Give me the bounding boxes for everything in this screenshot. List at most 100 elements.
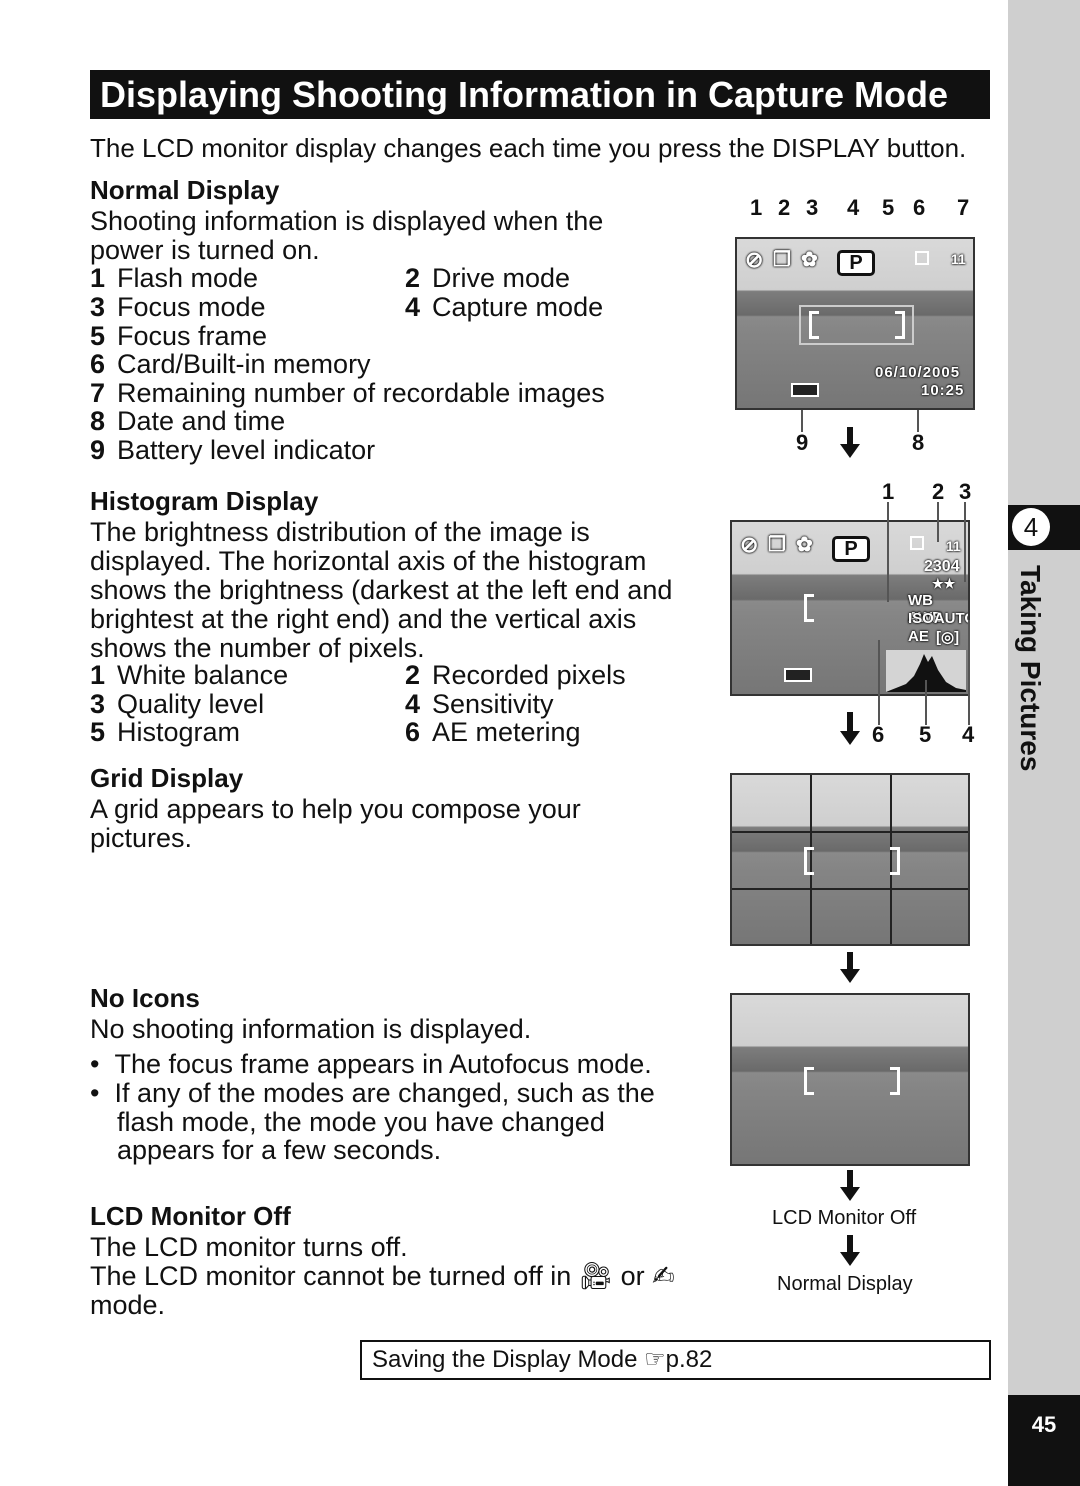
no-icons-screen — [730, 993, 970, 1166]
drive-mode-icon: ❐ — [768, 534, 786, 556]
callout-line — [968, 620, 970, 725]
recorded-pixels: 2304 — [924, 558, 960, 575]
focus-bracket-right — [890, 847, 900, 875]
callout-label: 3 — [806, 195, 819, 220]
focus-bracket-left — [804, 594, 814, 622]
flow-label: LCD Monitor Off — [772, 1207, 917, 1229]
flow-label: Normal Display — [777, 1273, 913, 1295]
callout-line — [887, 502, 889, 602]
battery-icon — [784, 668, 812, 682]
arrow-down-icon — [847, 1170, 853, 1188]
quality-stars: ★★ — [932, 576, 956, 591]
grid-desc: A grid appears to help you compose your p… — [90, 794, 581, 853]
callout-label: 6 — [872, 722, 885, 747]
callout-label: 4 — [962, 722, 975, 747]
capture-mode-badge: P — [837, 250, 875, 276]
page-number: 45 — [1008, 1395, 1080, 1486]
iso-readout: ISOAUTO — [908, 610, 968, 627]
histogram-display-screen: ⊘ ❐ ✿ P 11 2304 ★★ WB AWB ISOAUTO AE [◎] — [730, 520, 970, 696]
focus-bracket-right — [895, 311, 905, 339]
grid-line — [732, 831, 968, 833]
page-title: Displaying Shooting Information in Captu… — [90, 70, 990, 119]
desc-line: Shooting information is displayed when t… — [90, 206, 604, 236]
focus-bracket-left — [809, 311, 819, 339]
grid-heading: Grid Display — [90, 763, 244, 793]
normal-heading: Normal Display — [90, 175, 280, 205]
callout-label: 8 — [912, 430, 925, 455]
focus-bracket-left — [804, 847, 814, 875]
histogram-item: 6 AE metering — [405, 717, 581, 747]
callout-label: 7 — [957, 195, 970, 220]
callout-line — [925, 680, 927, 725]
callout-line — [917, 410, 919, 432]
arrow-down-icon — [847, 427, 853, 445]
bullet-cont: flash mode, the mode you have changed — [117, 1107, 605, 1137]
desc-line: power is turned on. — [90, 235, 320, 265]
callout-label: 1 — [750, 195, 763, 220]
macro-icon: ✿ — [796, 534, 813, 556]
callout-line — [964, 502, 966, 582]
battery-icon — [791, 383, 819, 397]
arrow-down-icon — [847, 1235, 853, 1253]
histogram-heading: Histogram Display — [90, 486, 319, 516]
lcdoff-desc: The LCD monitor turns off. — [90, 1232, 408, 1262]
normal-item: 7 Remaining number of recordable images — [90, 378, 605, 408]
arrow-down-icon — [840, 731, 860, 745]
grid-display-screen — [730, 773, 970, 946]
movie-mode-icon: 🎥︎ — [578, 1261, 614, 1291]
arrow-down-icon — [840, 969, 860, 983]
memory-card-icon — [910, 536, 924, 550]
normal-item: 9 Battery level indicator — [90, 435, 376, 465]
bullet-item: • If any of the modes are changed, such … — [90, 1078, 655, 1108]
callout-line — [878, 640, 880, 725]
remaining-count: 11 — [951, 251, 966, 267]
callout-line — [801, 410, 803, 432]
normal-item: 1 Flash mode — [90, 263, 259, 293]
arrow-down-icon — [847, 712, 853, 732]
normal-item: 2 Drive mode — [405, 263, 571, 293]
ae-metering-icon: [◎] — [936, 629, 960, 646]
chapter-number: 4 — [1012, 508, 1050, 546]
callout-label: 5 — [919, 722, 932, 747]
time-readout: 10:25 — [921, 382, 965, 399]
focus-bracket-right — [890, 1067, 900, 1095]
normal-item: 8 Date and time — [90, 406, 286, 436]
desc-line: The brightness distribution of the image… — [90, 517, 590, 547]
voice-memo-icon: ✍︎ — [652, 1261, 675, 1291]
remaining-count: 11 — [946, 538, 961, 554]
macro-icon: ✿ — [801, 249, 818, 271]
lcdoff-desc: The LCD monitor cannot be turned off in … — [90, 1261, 675, 1291]
desc-line: shows the brightness (darkest at the lef… — [90, 575, 673, 605]
histogram-item: 1 White balance — [90, 660, 289, 690]
histogram-item: 2 Recorded pixels — [405, 660, 626, 690]
lcdoff-heading: LCD Monitor Off — [90, 1201, 291, 1231]
flash-off-icon: ⊘ — [740, 532, 759, 557]
arrow-down-icon — [840, 444, 860, 458]
callout-label: 9 — [796, 430, 809, 455]
date-readout: 06/10/2005 — [875, 364, 961, 381]
arrow-down-icon — [840, 1252, 860, 1266]
histogram-item: 4 Sensitivity — [405, 689, 554, 719]
focus-bracket-left — [804, 1067, 814, 1095]
callout-label: 2 — [778, 195, 791, 220]
arrow-down-icon — [847, 952, 853, 970]
lcdoff-desc: mode. — [90, 1290, 166, 1320]
histogram-desc: The brightness distribution of the image… — [90, 518, 672, 663]
histogram-item: 5 Histogram — [90, 717, 241, 747]
noicons-desc: No shooting information is displayed. — [90, 1014, 532, 1044]
grid-line — [732, 888, 968, 890]
callout-label: 6 — [913, 195, 926, 220]
noicons-heading: No Icons — [90, 983, 200, 1013]
normal-item: 4 Capture mode — [405, 292, 604, 322]
normal-item: 5 Focus frame — [90, 321, 268, 351]
normal-display-screen: ⊘ ❐ ✿ P 11 06/10/2005 10:25 — [735, 237, 975, 410]
chapter-title: Taking Pictures — [1015, 565, 1046, 772]
reference-note: Saving the Display Mode ☞p.82 — [360, 1340, 991, 1380]
desc-line: displayed. The horizontal axis of the hi… — [90, 546, 647, 576]
desc-line: shows the number of pixels. — [90, 633, 425, 663]
callout-line — [937, 502, 939, 542]
normal-desc: Shooting information is displayed when t… — [90, 207, 603, 265]
drive-mode-icon: ❐ — [773, 249, 791, 271]
normal-item: 6 Card/Built-in memory — [90, 349, 371, 379]
arrow-down-icon — [840, 1187, 860, 1201]
